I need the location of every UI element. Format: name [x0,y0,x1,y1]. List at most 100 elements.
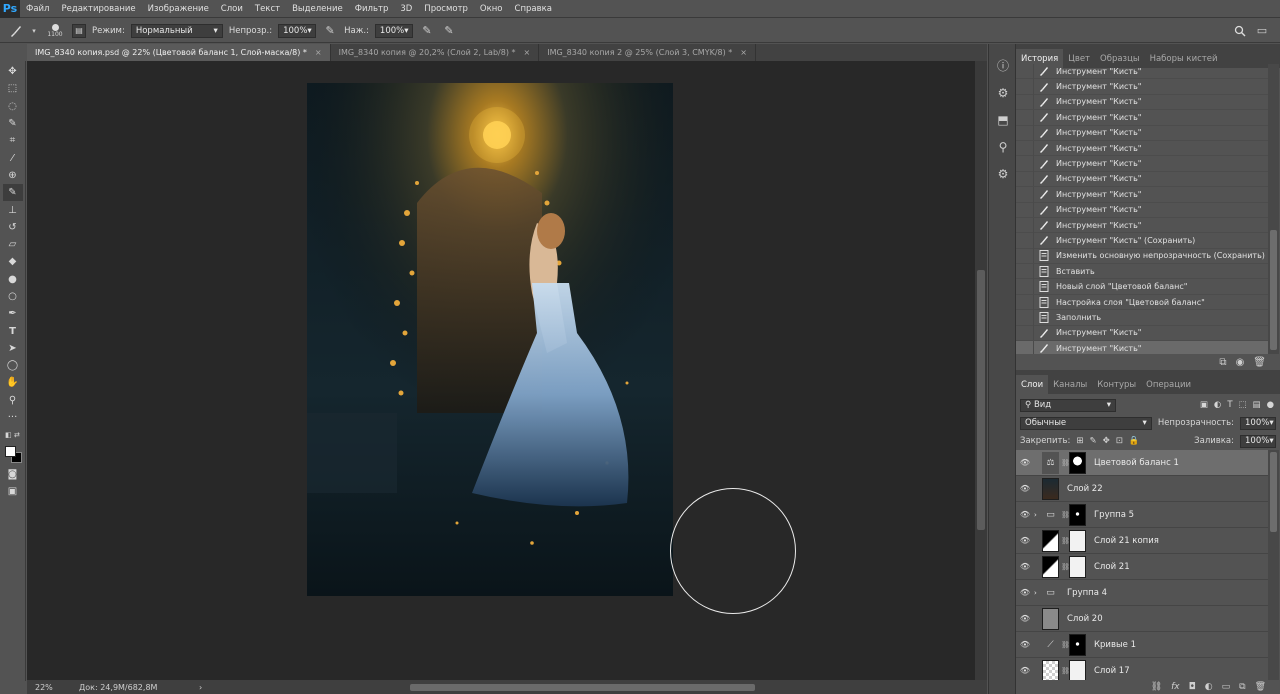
layer-mask-thumbnail[interactable] [1069,633,1086,656]
history-item[interactable]: Инструмент "Кисть" [1016,140,1268,157]
history-source-cell[interactable] [1016,94,1034,110]
history-source-cell[interactable] [1016,325,1034,341]
chevron-down-icon[interactable]: ▾ [30,23,38,39]
color-swatches[interactable] [3,444,23,466]
panel-tab[interactable]: Слои [1016,375,1049,394]
history-item[interactable]: Инструмент "Кисть" [1016,186,1268,203]
blend-mode-select[interactable]: Обычные ▾ [1020,416,1152,430]
filter-adjust-icon[interactable]: ◐ [1214,400,1221,410]
history-source-cell[interactable] [1016,279,1034,295]
dodge-tool-icon[interactable]: ○ [3,288,23,305]
more-tools-icon[interactable]: ··· [3,409,23,426]
filter-toggle-icon[interactable]: ● [1267,400,1274,410]
quick-mask-icon[interactable]: ◙ [3,466,23,483]
layer-row[interactable]: 👁 ⛓ Слой 17 [1016,658,1268,680]
history-item[interactable]: Инструмент "Кисть" [1016,109,1268,126]
adjustments-icon[interactable]: ⚙ [989,79,1017,106]
history-source-cell[interactable] [1016,140,1034,156]
layer-row[interactable]: 👁 Слой 20 [1016,606,1268,632]
layer-filter-select[interactable]: ⚲ Вид ▾ [1020,398,1116,412]
filter-type-icon[interactable]: T [1227,400,1232,410]
trash-icon[interactable]: 🗑 [1253,357,1266,368]
document-tab[interactable]: IMG_8340 копия.psd @ 22% (Цветовой балан… [27,44,331,61]
history-source-cell[interactable] [1016,156,1034,172]
history-item[interactable]: Инструмент "Кисть" [1016,325,1268,342]
history-item[interactable]: Инструмент "Кисть" [1016,79,1268,95]
menu-item[interactable]: Слои [215,4,249,14]
brush-tool-icon[interactable] [8,23,24,39]
history-source-cell[interactable] [1016,186,1034,202]
history-item[interactable]: Инструмент "Кисть" [1016,340,1268,354]
menu-item[interactable]: Фильтр [349,4,395,14]
close-icon[interactable]: × [315,48,322,57]
quick-selection-tool-icon[interactable]: ✎ [3,115,23,132]
close-icon[interactable]: × [524,48,531,57]
properties-icon[interactable]: ⚙ [989,160,1017,187]
info-icon[interactable]: ⓘ [989,52,1017,79]
artwork-image[interactable] [307,83,673,596]
brush-tool-icon[interactable]: ✎ [2,184,23,202]
chain-link-icon[interactable]: ⛓ [1061,641,1070,649]
brush-settings-icon[interactable]: ⚲ [989,133,1017,160]
menu-item[interactable]: 3D [394,4,418,14]
close-icon[interactable]: × [740,48,747,57]
menu-item[interactable]: Окно [474,4,509,14]
eye-icon[interactable]: 👁 [1016,562,1034,571]
layer-mask-thumbnail[interactable] [1069,659,1086,680]
layer-row[interactable]: 👁 ⚖ ⛓ Цветовой баланс 1 [1016,450,1268,476]
layer-row[interactable]: 👁 ⟋ ⛓ Кривые 1 [1016,632,1268,658]
layers-scroll-thumb[interactable] [1270,452,1277,532]
filter-pixel-icon[interactable]: ▣ [1200,400,1208,410]
menu-item[interactable]: Просмотр [418,4,474,14]
default-colors-icon[interactable]: ◧ ⇄ [3,426,23,443]
layers-list[interactable]: 👁 ⚖ ⛓ Цветовой баланс 1 👁 Слой 22 👁 › ▭ ⛓ Группа 5… [1016,450,1268,680]
history-item[interactable]: Инструмент "Кисть" [1016,171,1268,188]
filter-shape-icon[interactable]: ⬚ [1239,400,1247,410]
hand-tool-icon[interactable]: ✋ [3,374,23,391]
layer-row[interactable]: 👁 › ▭ Группа 4 [1016,580,1268,606]
marquee-tool-icon[interactable]: ⬚ [3,80,23,97]
chain-link-icon[interactable]: ⛓ [1061,459,1070,467]
document-tab[interactable]: IMG_8340 копия @ 20,2% (Слой 2, Lab/8) *… [331,44,540,61]
brush-panel-icon[interactable]: ▤ [72,23,86,38]
history-item[interactable]: Настройка слоя "Цветовой баланс" [1016,294,1268,311]
history-item[interactable]: Инструмент "Кисть" [1016,156,1268,172]
chevron-right-icon[interactable]: › [1034,589,1042,597]
add-mask-icon[interactable]: ◘ [1189,682,1196,692]
eye-icon[interactable]: 👁 [1016,614,1034,623]
menu-item[interactable]: Файл [20,4,55,14]
history-item[interactable]: Инструмент "Кисть" [1016,125,1268,141]
new-layer-icon[interactable]: ⧉ [1239,682,1245,692]
history-source-cell[interactable] [1016,202,1034,218]
type-tool-icon[interactable]: T [3,322,23,339]
lock-all-icon[interactable]: 🔒 [1129,436,1140,446]
layer-mask-thumbnail[interactable] [1069,503,1086,526]
lock-artboard-icon[interactable]: ⊡ [1116,436,1123,446]
eye-icon[interactable]: 👁 [1016,510,1034,519]
layer-mask-thumbnail[interactable] [1069,529,1086,552]
new-group-icon[interactable]: ▭ [1222,682,1231,692]
new-document-from-state-icon[interactable]: ⧉ [1219,357,1226,368]
move-tool-icon[interactable]: ✥ [3,63,23,80]
zoom-tool-icon[interactable]: ⚲ [3,392,23,409]
history-item[interactable]: Инструмент "Кисть" [1016,64,1268,80]
history-source-cell[interactable] [1016,340,1034,354]
eyedropper-tool-icon[interactable]: ⁄ [3,149,23,166]
history-item[interactable]: Вставить [1016,263,1268,280]
history-source-cell[interactable] [1016,125,1034,141]
eraser-tool-icon[interactable]: ▱ [3,236,23,253]
clone-stamp-tool-icon[interactable]: ⊥ [3,201,23,218]
layer-mask-thumbnail[interactable] [1069,555,1086,578]
history-source-cell[interactable] [1016,263,1034,279]
layer-row[interactable]: 👁 Слой 22 [1016,476,1268,502]
menu-item[interactable]: Выделение [286,4,349,14]
chain-link-icon[interactable]: ⛓ [1061,563,1070,571]
menu-item[interactable]: Изображение [142,4,215,14]
blur-tool-icon[interactable]: ● [3,271,23,288]
pressure-size-icon[interactable]: ✎ [441,23,457,39]
history-item[interactable]: Заполнить [1016,309,1268,326]
eye-icon[interactable]: 👁 [1016,458,1034,467]
filter-smart-icon[interactable]: ▤ [1253,400,1261,410]
status-menu-arrow[interactable]: › [199,683,202,692]
pen-tool-icon[interactable]: ✒ [3,305,23,322]
